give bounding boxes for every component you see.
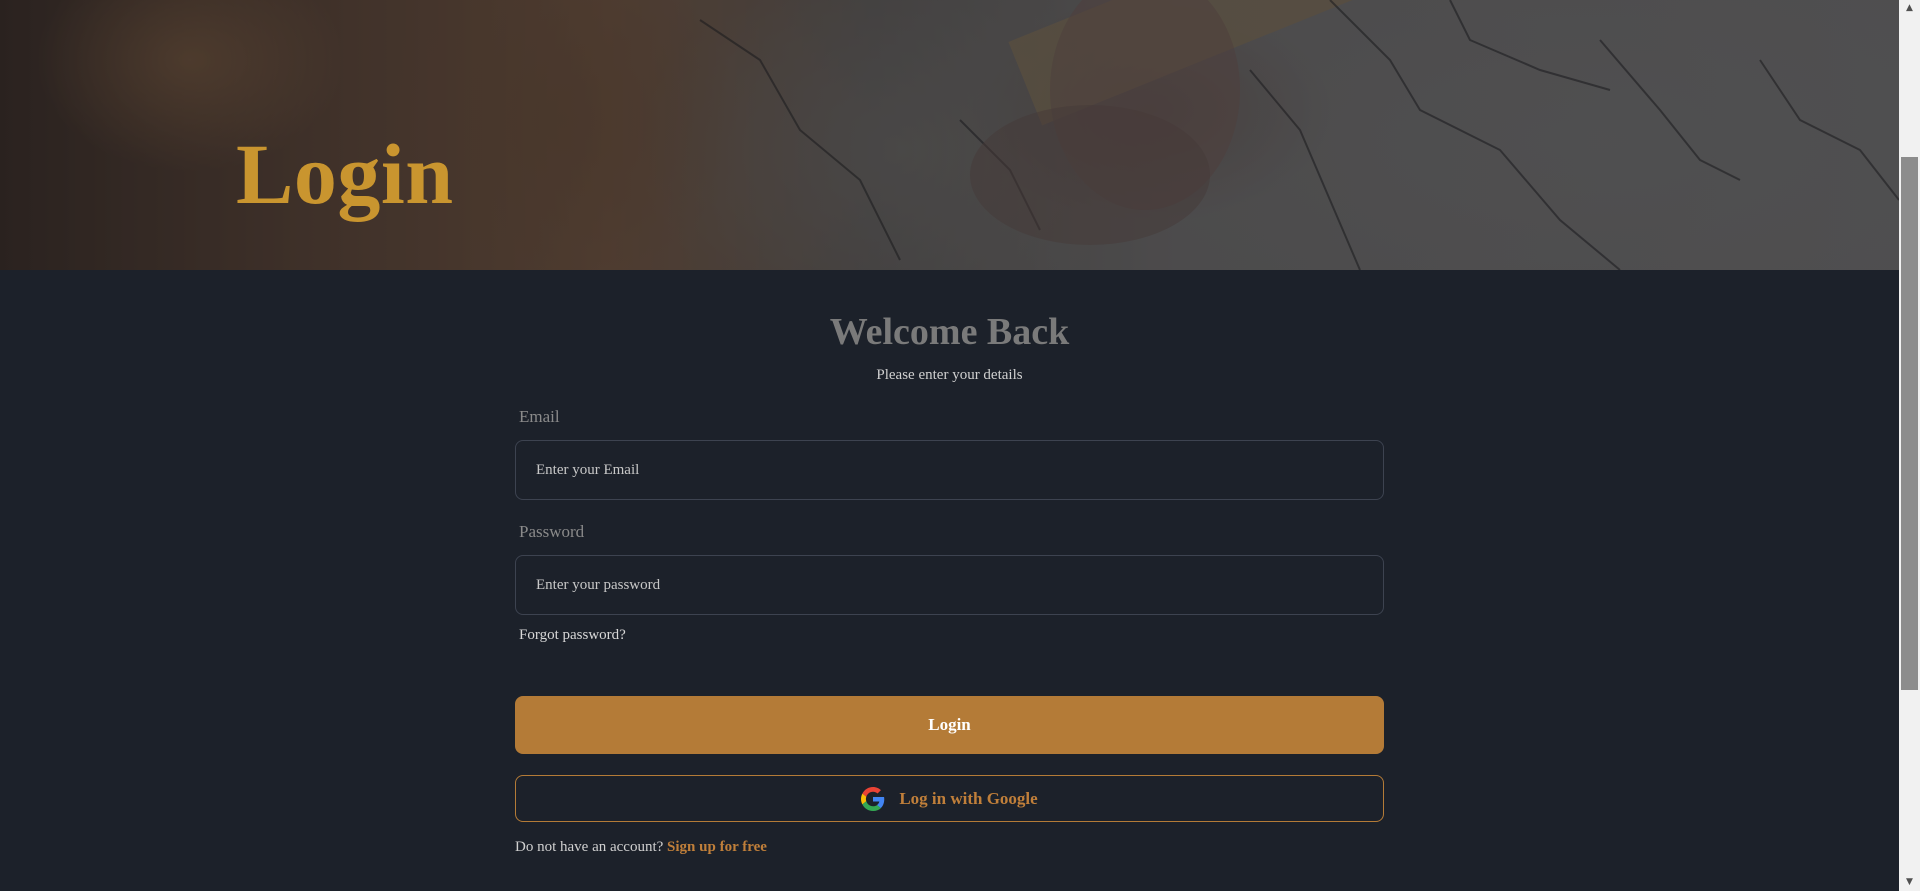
- password-label: Password: [519, 522, 585, 541]
- signup-prompt: Do not have an account?: [515, 839, 664, 855]
- google-login-label: Log in with Google: [899, 788, 1038, 808]
- email-label: Email: [519, 407, 560, 426]
- scrollbar-thumb[interactable]: [1901, 157, 1918, 690]
- login-page: Login ▲ ▼ Welcome Back Please enter your…: [0, 0, 1920, 891]
- forgot-password-link[interactable]: Forgot password?: [519, 626, 626, 644]
- google-g-icon: [861, 786, 885, 811]
- login-button[interactable]: Login: [515, 696, 1384, 754]
- hero-banner: Login: [0, 0, 1899, 270]
- scrollbar[interactable]: ▲ ▼: [1899, 0, 1920, 891]
- welcome-subtitle: Please enter your details: [876, 367, 1023, 383]
- signup-link[interactable]: Sign up for free: [667, 839, 767, 855]
- password-field[interactable]: [515, 555, 1384, 615]
- scroll-down-icon[interactable]: ▼: [1899, 874, 1920, 891]
- scroll-up-icon[interactable]: ▲: [1899, 0, 1920, 17]
- email-field[interactable]: [515, 440, 1384, 500]
- page-title: Login: [236, 126, 454, 222]
- google-login-button[interactable]: Log in with Google: [515, 775, 1384, 822]
- signup-prompt-line: Do not have an account? Sign up for free: [515, 838, 767, 856]
- welcome-heading: Welcome Back: [829, 311, 1070, 353]
